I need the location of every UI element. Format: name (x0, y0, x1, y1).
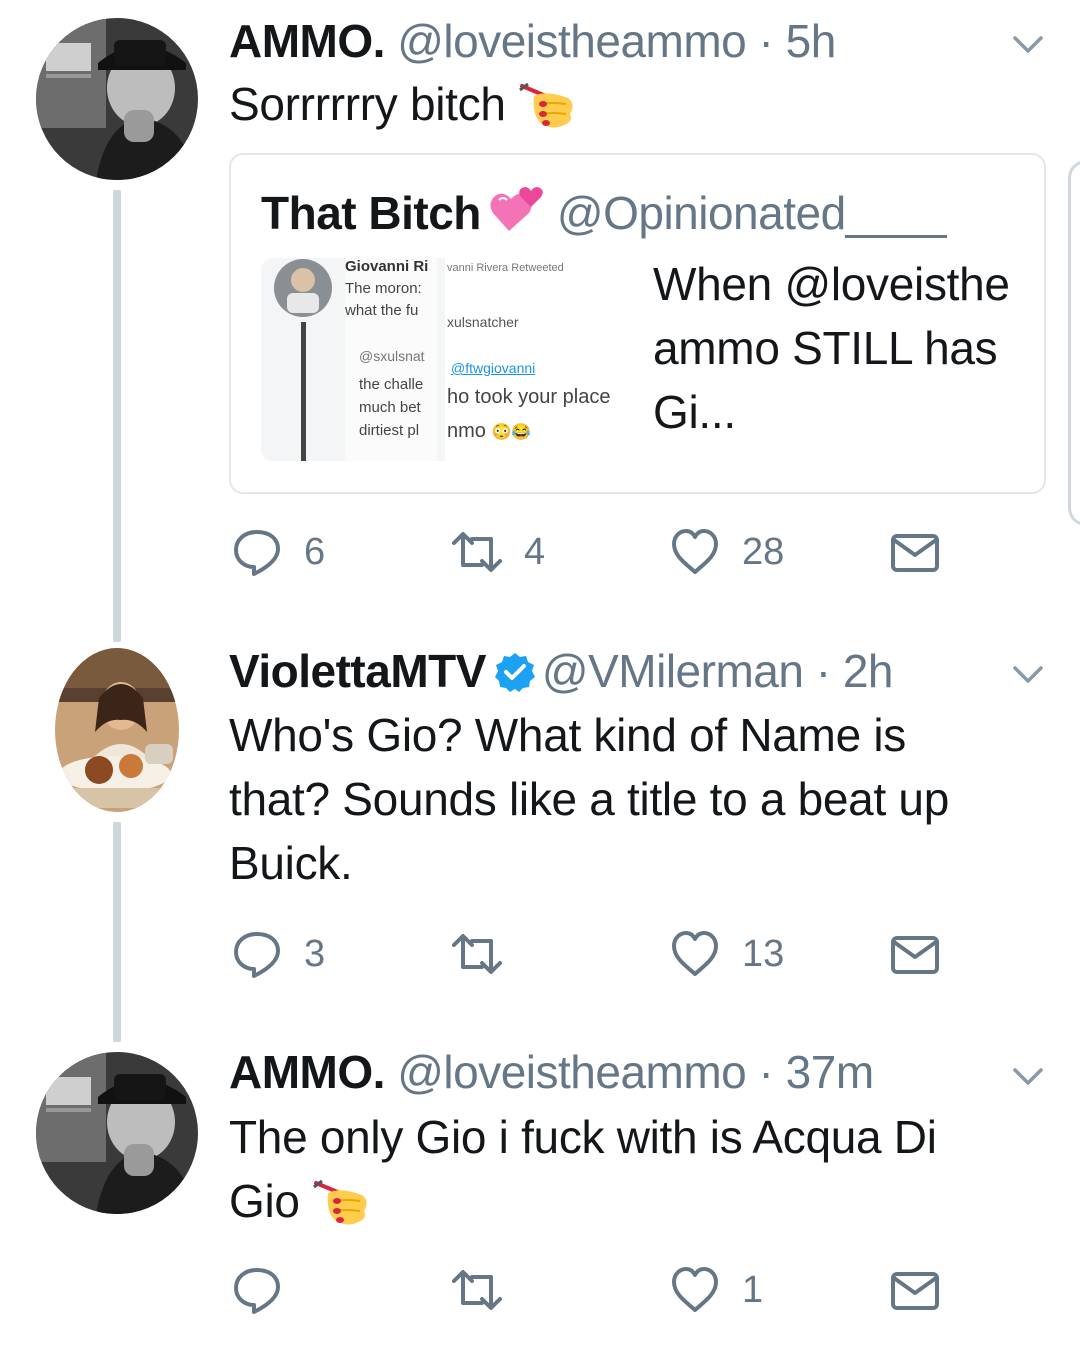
author-handle[interactable]: @loveistheammo (397, 1046, 747, 1098)
verified-badge-icon (494, 653, 535, 692)
direct-message-button[interactable] (890, 929, 940, 979)
chevron-down-icon[interactable] (1012, 664, 1044, 686)
retweet-button[interactable]: 4 (452, 527, 545, 577)
thumb-mention-2: @ftwgiovanni (451, 360, 536, 376)
thread-line (113, 822, 121, 1042)
like-button[interactable]: 28 (670, 527, 784, 577)
like-count: 1 (742, 1268, 764, 1311)
side-panel-edge (1068, 160, 1080, 526)
thumb-mention-1: @sxulsnat (359, 348, 425, 364)
envelope-icon (891, 936, 939, 974)
two-hearts-emoji (490, 187, 543, 231)
heart-icon (672, 1267, 718, 1312)
author-handle[interactable]: @VMilerman (542, 645, 804, 697)
heart-icon (672, 931, 718, 976)
separator: · (758, 15, 774, 67)
reply-button[interactable]: 3 (232, 929, 325, 979)
tweet-header: AMMO. @loveistheammo · 37m (229, 1045, 874, 1099)
reply-button[interactable] (232, 1265, 304, 1315)
tweet-text: Sorrrrrry bitch (229, 72, 1029, 136)
direct-message-button[interactable] (890, 1265, 940, 1315)
thumb-retweeted: vanni Rivera Retweeted (447, 262, 564, 274)
direct-message-button[interactable] (890, 527, 940, 577)
separator: · (758, 1046, 774, 1098)
retweet-count: 4 (524, 530, 546, 573)
quoted-author-name: That Bitch (261, 187, 481, 239)
like-count: 28 (742, 530, 785, 573)
tweet-text: The only Gio i fuck with is Acqua Di Gio (229, 1105, 1019, 1233)
thumb-overlay-2-text: nmo (447, 420, 486, 442)
author-name[interactable]: ViolettaMTV (229, 645, 486, 697)
thumb-body-2: much bet (359, 399, 421, 416)
thumb-body-1: the challe (359, 376, 424, 393)
retweet-button[interactable] (452, 929, 524, 979)
like-button[interactable]: 1 (670, 1265, 763, 1315)
reply-icon (234, 1268, 280, 1314)
quoted-author-handle: @Opinionated____ (556, 187, 947, 239)
thumb-line-1: The moron: (345, 280, 422, 297)
timestamp[interactable]: 5h (786, 15, 837, 67)
heart-icon (672, 529, 718, 574)
like-count: 13 (742, 932, 785, 975)
reply-button[interactable]: 6 (232, 527, 325, 577)
quoted-tweet-text: When @loveistheammo STILL has Gi... (653, 258, 1010, 438)
envelope-icon (891, 534, 939, 572)
retweet-icon (452, 1270, 502, 1310)
retweet-icon (452, 934, 502, 974)
tweet-header: ViolettaMTV @VMilerman · 2h (229, 644, 894, 698)
thumb-overlay-1: ho took your place (447, 386, 611, 408)
retweet-icon (452, 532, 502, 572)
chevron-down-icon[interactable] (1012, 34, 1044, 56)
quoted-media-thumbnail[interactable]: Giovanni Ri The moron: what the fu vanni… (261, 258, 623, 461)
reply-icon (234, 530, 280, 576)
chevron-down-icon[interactable] (1012, 1066, 1044, 1088)
avatar[interactable] (36, 18, 198, 180)
thread-line (113, 190, 121, 642)
thumb-line-2: what the fu (345, 302, 419, 319)
avatar[interactable] (36, 1052, 198, 1214)
author-name[interactable]: AMMO. (229, 1046, 385, 1098)
tweet-header: AMMO. @loveistheammo · 5h (229, 14, 836, 68)
timestamp[interactable]: 2h (843, 645, 894, 697)
retweet-button[interactable] (452, 1265, 524, 1315)
envelope-icon (891, 1272, 939, 1310)
thumb-body-3: dirtiest pl (359, 422, 420, 439)
nail-polish-emoji (312, 1179, 367, 1225)
author-name[interactable]: AMMO. (229, 15, 385, 67)
timestamp[interactable]: 37m (786, 1046, 874, 1098)
author-handle[interactable]: @loveistheammo (397, 15, 747, 67)
thumb-user: xulsnatcher (447, 314, 519, 330)
reply-count: 6 (304, 530, 326, 573)
like-button[interactable]: 13 (670, 929, 784, 979)
thumb-author: Giovanni Ri (345, 258, 429, 275)
reply-count: 3 (304, 932, 326, 975)
quoted-tweet-header: That Bitch @Opinionated____ (261, 185, 947, 240)
separator: · (815, 645, 831, 697)
tweet-body: Sorrrrrry bitch (229, 78, 506, 130)
reply-icon (234, 932, 280, 978)
nail-polish-emoji (518, 82, 573, 128)
avatar[interactable] (55, 648, 179, 812)
tweet-text: Who's Gio? What kind of Name is that? So… (229, 709, 949, 889)
quoted-tweet-card[interactable]: That Bitch @Opinionated____ Giovanni Ri … (229, 153, 1046, 494)
emoji-faces: 😳😂 (491, 424, 532, 441)
thumb-overlay-2: nmo 😳😂 (447, 420, 531, 443)
